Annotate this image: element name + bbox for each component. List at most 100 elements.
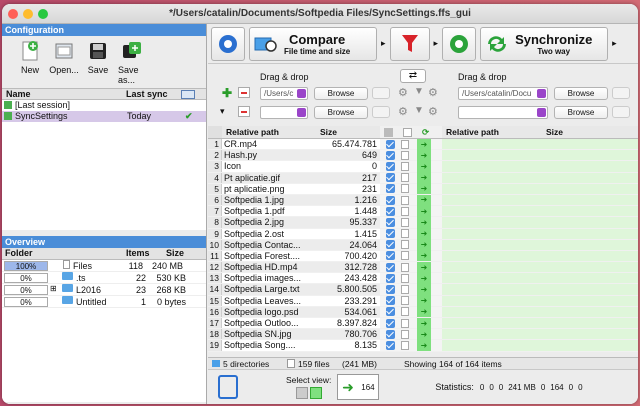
left-file-name[interactable]: Softpedia HD.mp4 — [222, 262, 316, 272]
table-row[interactable]: 9 Softpedia 2.ost 1.415 ➜ — [208, 228, 638, 240]
left-file-name[interactable]: Softpedia Contac... — [222, 240, 316, 250]
history-dropdown-icon[interactable] — [297, 108, 306, 117]
col-size-left[interactable]: Size — [316, 126, 380, 138]
table-row[interactable]: 7 Softpedia 1.pdf 1.448 ➜ — [208, 205, 638, 218]
sync-action-icon[interactable]: ➜ — [417, 339, 431, 351]
right-file-cell[interactable] — [442, 239, 638, 250]
include-checkbox[interactable] — [386, 195, 395, 205]
include-checkbox[interactable] — [386, 184, 395, 194]
col-name[interactable]: Name — [2, 89, 126, 99]
include-checkbox[interactable] — [386, 340, 395, 350]
sync-action-icon[interactable]: ➜ — [417, 160, 431, 172]
col-last-sync[interactable]: Last sync — [126, 89, 181, 99]
right-file-cell[interactable] — [442, 273, 638, 284]
left-file-name[interactable]: Softpedia Large.txt — [222, 284, 316, 294]
table-row[interactable]: 11 Softpedia Forest.... 700.420 ➜ — [208, 250, 638, 263]
sync-action-icon[interactable]: ➜ — [417, 306, 431, 318]
sync-action-icon[interactable]: ➜ — [417, 149, 431, 161]
overview-row[interactable]: 0% ⊞ L2016 23 268 KB — [2, 284, 206, 296]
right-cloud-button[interactable] — [612, 87, 630, 99]
include-checkbox[interactable] — [386, 173, 395, 183]
include-checkbox[interactable] — [386, 285, 395, 295]
left-file-name[interactable]: Softpedia SN.jpg — [222, 329, 316, 339]
filter-button[interactable] — [389, 26, 430, 61]
col-items[interactable]: Items — [126, 248, 166, 259]
config-row-last-session[interactable]: [Last session] — [2, 100, 206, 111]
col-relative-path-left[interactable]: Relative path — [222, 126, 316, 138]
right-file-cell[interactable] — [442, 262, 638, 273]
open-config-button[interactable]: Open... — [49, 40, 79, 88]
table-row[interactable]: 14 Softpedia Large.txt 5.800.505 ➜ — [208, 284, 638, 296]
left-cloud-button[interactable] — [372, 106, 390, 118]
right-browse-button-2[interactable]: Browse — [554, 106, 608, 119]
table-row[interactable]: 19 Softpedia Song.... 8.135 ➜ — [208, 339, 638, 352]
right-file-cell[interactable] — [442, 217, 638, 228]
sync-action-icon[interactable]: ➜ — [417, 194, 431, 206]
sync-action-icon[interactable]: ➜ — [417, 183, 431, 195]
table-row[interactable]: 18 Softpedia SN.jpg 780.706 ➜ — [208, 328, 638, 341]
gear-icon[interactable]: ⚙ — [398, 105, 408, 118]
table-row[interactable]: 6 Softpedia 1.jpg 1.216 ➜ — [208, 194, 638, 207]
column-config-icon[interactable] — [181, 90, 195, 99]
include-checkbox[interactable] — [386, 206, 395, 216]
expand-icon[interactable]: ⊞ — [50, 284, 60, 295]
minimize-window-button[interactable] — [23, 9, 33, 19]
col-folder[interactable]: Folder — [2, 248, 126, 259]
right-file-cell[interactable] — [442, 329, 638, 340]
right-file-cell[interactable] — [442, 295, 638, 306]
sync-action-icon[interactable]: ➜ — [417, 205, 431, 217]
sync-action-icon[interactable]: ➜ — [417, 284, 431, 296]
sync-action-icon[interactable]: ➜ — [417, 239, 431, 251]
sync-action-icon[interactable]: ➜ — [417, 328, 431, 340]
include-checkbox[interactable] — [386, 150, 395, 160]
include-checkbox[interactable] — [386, 229, 395, 239]
log-icon[interactable] — [218, 375, 238, 399]
right-file-cell[interactable] — [442, 194, 638, 206]
left-file-name[interactable]: pt aplicatie.png — [222, 183, 316, 194]
left-browse-button[interactable]: Browse — [314, 87, 368, 100]
history-dropdown-icon[interactable] — [537, 108, 546, 117]
action-filter-button[interactable]: ➜ 164 — [337, 374, 380, 400]
right-file-cell[interactable] — [442, 250, 638, 262]
filter-icon[interactable]: ▼ — [414, 105, 424, 116]
save-as-config-button[interactable]: Save as... — [118, 40, 146, 88]
right-file-cell[interactable] — [442, 139, 638, 150]
expand-pairs-icon[interactable]: ▾ — [220, 106, 225, 117]
include-checkbox[interactable] — [386, 240, 395, 250]
left-cloud-button[interactable] — [372, 87, 390, 99]
table-row[interactable]: 15 Softpedia Leaves... 233.291 ➜ — [208, 295, 638, 307]
sync-action-column-icon[interactable]: ⟳ — [422, 126, 429, 139]
right-file-cell[interactable] — [442, 340, 638, 351]
include-checkbox[interactable] — [386, 217, 395, 227]
overview-row[interactable]: 100% Files 118 240 MB — [2, 260, 206, 272]
sync-action-icon[interactable]: ➜ — [417, 216, 431, 228]
left-file-name[interactable]: Softpedia 1.jpg — [222, 195, 316, 205]
sync-action-icon[interactable]: ➜ — [417, 250, 431, 262]
close-window-button[interactable] — [8, 9, 18, 19]
table-row[interactable]: 1 CR.mp4 65.474.781 ➜ — [208, 138, 638, 151]
compare-settings-button[interactable] — [211, 26, 245, 61]
left-file-name[interactable]: CR.mp4 — [222, 139, 316, 150]
sync-action-icon[interactable]: ➜ — [417, 272, 431, 284]
save-config-button[interactable]: Save — [84, 40, 112, 88]
synchronize-button[interactable]: Synchronize Two way — [480, 26, 609, 61]
compare-dropdown-icon[interactable]: ▸ — [381, 38, 386, 49]
sync-action-icon[interactable]: ➜ — [417, 295, 431, 307]
gear-icon[interactable]: ⚙ — [398, 86, 408, 99]
sync-action-icon[interactable]: ➜ — [417, 317, 431, 329]
gear-icon[interactable]: ⚙ — [428, 105, 438, 118]
new-config-button[interactable]: New — [16, 40, 44, 88]
table-row[interactable]: 5 pt aplicatie.png 231 ➜ — [208, 183, 638, 195]
filter-dropdown-icon[interactable]: ▸ — [434, 38, 439, 49]
right-folder-input-2[interactable] — [458, 106, 548, 119]
right-file-cell[interactable] — [442, 150, 638, 161]
right-file-cell[interactable] — [442, 172, 638, 183]
left-file-name[interactable]: Softpedia Forest.... — [222, 250, 316, 262]
include-checkbox[interactable] — [386, 329, 395, 339]
include-checkbox[interactable] — [386, 307, 395, 317]
right-file-cell[interactable] — [442, 228, 638, 239]
table-row[interactable]: 17 Softpedia Outloo... 8.397.824 ➜ — [208, 317, 638, 330]
left-file-name[interactable]: Softpedia Outloo... — [222, 318, 316, 329]
right-file-cell[interactable] — [442, 206, 638, 217]
view-action-icon[interactable] — [309, 387, 322, 399]
